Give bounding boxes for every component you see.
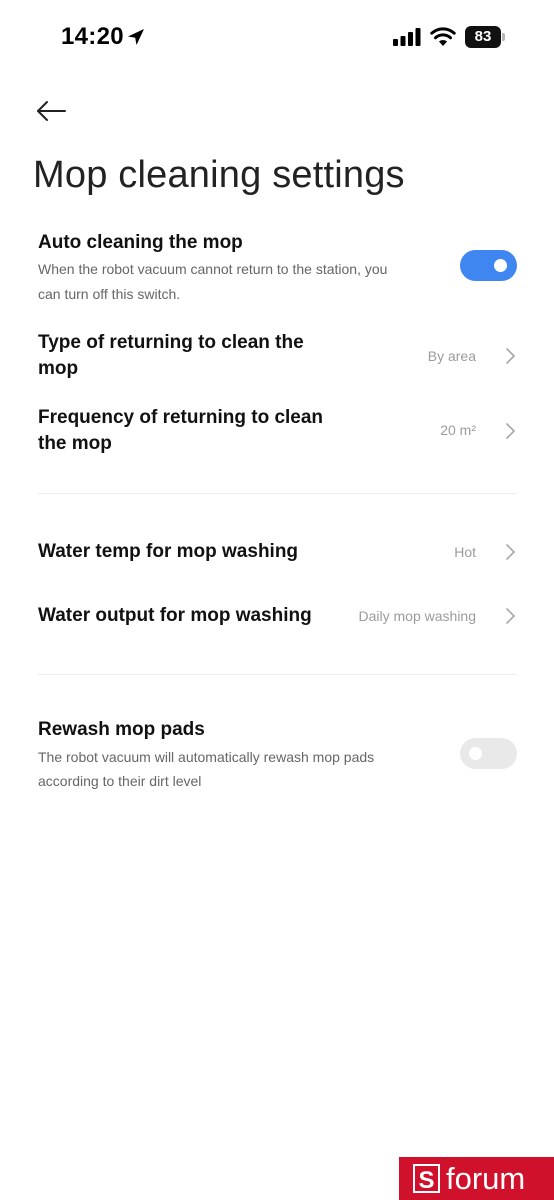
page-title: Mop cleaning settings [33, 154, 405, 196]
battery-percentage: 83 [465, 26, 501, 48]
auto-cleaning-toggle[interactable] [460, 250, 517, 281]
return-frequency-value: 20 m² [440, 422, 476, 438]
back-button[interactable] [34, 94, 68, 128]
wifi-icon [430, 27, 456, 46]
auto-cleaning-title: Auto cleaning the mop [38, 232, 243, 253]
setting-water-temp[interactable]: Water temp for mop washing Hot [0, 535, 554, 571]
cellular-signal-icon [393, 28, 421, 46]
setting-water-output[interactable]: Water output for mop washing Daily mop w… [0, 599, 554, 635]
arrow-left-icon [37, 101, 66, 121]
water-temp-value: Hot [454, 544, 476, 560]
status-time: 14:20 [61, 23, 124, 50]
sforum-watermark-logo: S forum [399, 1157, 554, 1200]
chevron-right-icon [506, 348, 515, 364]
return-type-value: By area [427, 348, 476, 364]
battery-indicator: 83 [465, 26, 505, 48]
location-arrow-icon [128, 29, 144, 45]
water-output-value: Daily mop washing [358, 608, 477, 624]
return-frequency-title-line-2: the mop [38, 433, 112, 454]
auto-cleaning-description-line-2: can turn off this switch. [38, 286, 181, 302]
auto-cleaning-description-line-1: When the robot vacuum cannot return to t… [38, 261, 388, 277]
battery-cap [502, 33, 505, 41]
chevron-right-icon [506, 608, 515, 624]
rewash-title: Rewash mop pads [38, 719, 205, 740]
setting-rewash-mop-pads: Rewash mop pads The robot vacuum will au… [0, 714, 554, 796]
rewash-description-line-1: The robot vacuum will automatically rewa… [38, 749, 375, 765]
setting-return-type[interactable]: Type of returning to clean the mop By ar… [0, 328, 554, 386]
chevron-right-icon [506, 423, 515, 439]
section-divider [38, 674, 517, 675]
section-divider [38, 493, 517, 494]
rewash-description-line-2: according to their dirt level [38, 773, 202, 789]
watermark-s-mark: S [413, 1164, 440, 1194]
toggle-knob [494, 259, 507, 272]
water-output-title: Water output for mop washing [38, 605, 312, 626]
rewash-toggle[interactable] [460, 738, 517, 769]
water-temp-title: Water temp for mop washing [38, 541, 299, 562]
toggle-knob [469, 747, 482, 760]
setting-return-frequency[interactable]: Frequency of returning to clean the mop … [0, 403, 554, 461]
return-type-title-line-1: Type of returning to clean the [38, 332, 304, 353]
chevron-right-icon [506, 544, 515, 560]
return-frequency-title-line-1: Frequency of returning to clean [38, 407, 324, 428]
status-bar: 14:20 83 [0, 0, 554, 76]
watermark-text: forum [446, 1161, 526, 1196]
return-type-title-line-2: mop [38, 358, 79, 379]
setting-auto-cleaning: Auto cleaning the mop When the robot vac… [0, 226, 554, 308]
